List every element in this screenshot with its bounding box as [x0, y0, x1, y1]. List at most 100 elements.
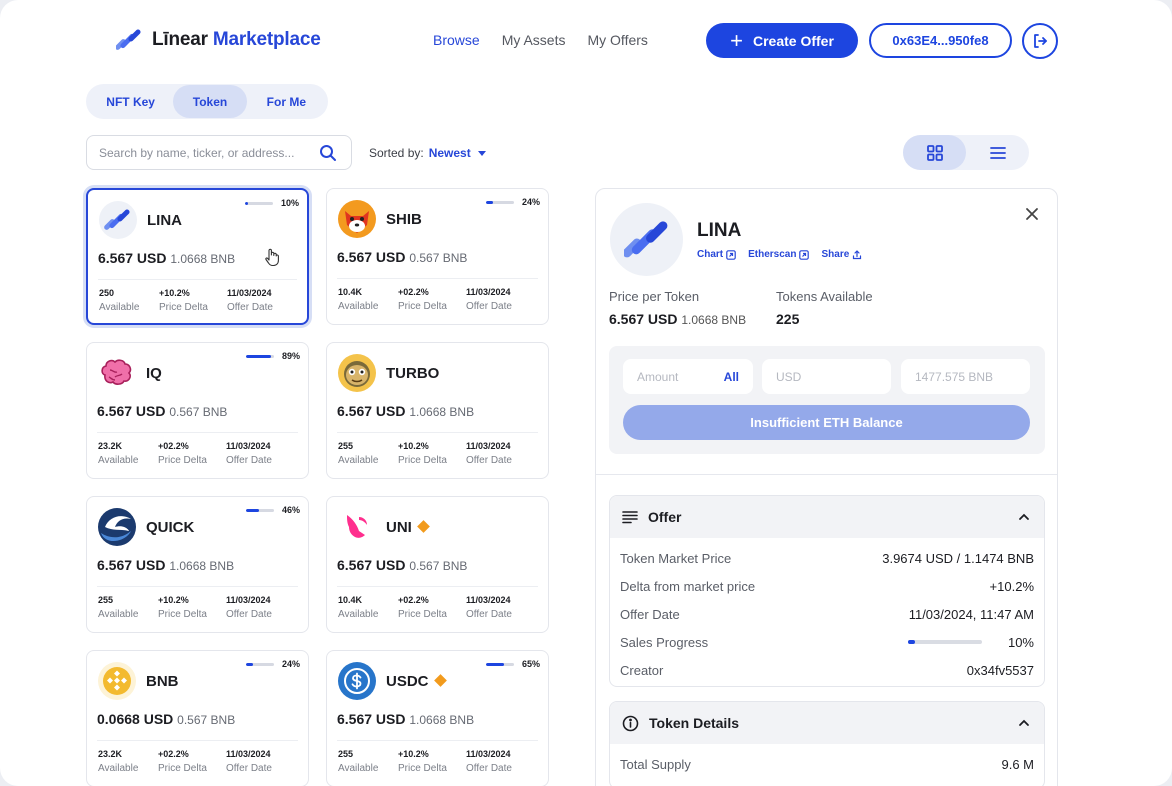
- list-icon: [989, 146, 1006, 159]
- sales-progress: 46%: [245, 505, 300, 515]
- stat-available: 255 Available: [98, 595, 139, 620]
- all-button[interactable]: All: [724, 370, 739, 384]
- grid-view-button[interactable]: [903, 135, 966, 170]
- progress-bar: [245, 508, 274, 512]
- bnb-icon: [98, 662, 136, 700]
- token-price: 6.567 USD 1.0668 BNB: [337, 403, 475, 419]
- token-name: TURBO: [386, 365, 440, 382]
- app-window: Līnear Marketplace Browse My Assets My O…: [0, 0, 1172, 786]
- token-price: 6.567 USD 1.0668 BNB: [98, 250, 236, 266]
- nav-my-offers[interactable]: My Offers: [587, 32, 647, 48]
- close-icon[interactable]: [1025, 207, 1039, 221]
- share-link[interactable]: Share: [821, 249, 862, 260]
- offer-stats: 10.4K Available +02.2% Price Delta 11/03/2…: [338, 285, 512, 314]
- lina-token-avatar: [610, 203, 683, 276]
- stat-offer-date: 11/03/2024 Offer Date: [466, 441, 512, 466]
- price-per-token-value: 6.567 USD 1.0668 BNB: [609, 311, 747, 327]
- token-name: BNB: [146, 673, 179, 690]
- etherscan-link[interactable]: Etherscan: [748, 249, 810, 260]
- offer-row-date: Offer Date 11/03/2024, 11:47 AM: [620, 606, 1034, 622]
- stat-price-delta: +02.2% Price Delta: [158, 749, 207, 774]
- stat-price-delta: +10.2% Price Delta: [398, 441, 447, 466]
- offer-stats: 255 Available +10.2% Price Delta 11/03/202…: [338, 439, 512, 468]
- asset-type-tabs: NFT Key Token For Me: [86, 84, 328, 119]
- tab-nft-key[interactable]: NFT Key: [88, 85, 173, 118]
- stat-price-delta: +10.2% Price Delta: [159, 288, 208, 313]
- share-icon: [853, 249, 862, 259]
- progress-text: 24%: [521, 197, 540, 207]
- token-details-header[interactable]: Token Details: [610, 702, 1044, 744]
- main-nav: Browse My Assets My Offers: [433, 32, 648, 48]
- token-name: USDC: [386, 673, 447, 690]
- offer-card-lina[interactable]: LINA 10% 6.567 USD 1.0668 BNB 250 Availab…: [86, 188, 309, 325]
- search-icon[interactable]: [319, 144, 337, 162]
- logout-button[interactable]: [1022, 23, 1058, 59]
- tokens-available-label: Tokens Available: [776, 289, 873, 304]
- stat-price-delta: +02.2% Price Delta: [158, 441, 207, 466]
- divider: [337, 740, 538, 741]
- stat-offer-date: 11/03/2024 Offer Date: [226, 441, 272, 466]
- search-input[interactable]: [99, 145, 309, 160]
- wallet-address-button[interactable]: 0x63E4...950fe8: [869, 23, 1012, 58]
- token-price: 6.567 USD 0.567 BNB: [97, 403, 228, 419]
- chevron-up-icon: [1019, 719, 1029, 726]
- offer-card-iq[interactable]: IQ 89% 6.567 USD 0.567 BNB 23.2K Availabl…: [86, 342, 309, 479]
- buy-form: Amount All USD 1477.575 BNB Insufficient…: [609, 346, 1045, 454]
- offer-row-market-price: Token Market Price 3.9674 USD / 1.1474 BN…: [620, 550, 1034, 566]
- turbo-icon: [338, 354, 376, 392]
- progress-text: 10%: [280, 198, 299, 208]
- sort-control[interactable]: Sorted by: Newest: [369, 146, 486, 160]
- nav-my-assets[interactable]: My Assets: [502, 32, 566, 48]
- token-row-total-supply: Total Supply 9.6 M: [620, 756, 1034, 772]
- stat-available: 255 Available: [338, 749, 379, 774]
- tab-token[interactable]: Token: [173, 85, 247, 118]
- stat-price-delta: +10.2% Price Delta: [398, 749, 447, 774]
- progress-bar: [244, 201, 273, 205]
- offer-rows: Token Market Price 3.9674 USD / 1.1474 BN…: [610, 538, 1044, 686]
- tab-for-me[interactable]: For Me: [247, 85, 326, 118]
- offer-card-shib[interactable]: SHIB 24% 6.567 USD 0.567 BNB 10.4K Availa…: [326, 188, 549, 325]
- usd-field[interactable]: USD: [762, 359, 891, 394]
- stat-available: 250 Available: [99, 288, 140, 313]
- offer-section-header[interactable]: Offer: [610, 496, 1044, 538]
- external-link-icon: [726, 249, 736, 260]
- tokens-available-value: 225: [776, 311, 800, 327]
- offer-card-bnb[interactable]: BNB 24% 0.0668 USD 0.567 BNB 23.2K Availa…: [86, 650, 309, 786]
- offer-card-turbo[interactable]: TURBO 6.567 USD 1.0668 BNB 255 Available …: [326, 342, 549, 479]
- sales-progress: 65%: [485, 659, 540, 669]
- offer-card-usdc[interactable]: USDC 65% 6.567 USD 1.0668 BNB 255 Availab…: [326, 650, 549, 786]
- offer-card-quick[interactable]: QUICK 46% 6.567 USD 1.0668 BNB 255 Availa…: [86, 496, 309, 633]
- offer-row-creator: Creator 0x34fv5537: [620, 662, 1034, 678]
- stat-offer-date: 11/03/2024 Offer Date: [226, 595, 272, 620]
- chart-link[interactable]: Chart: [697, 249, 736, 260]
- nav-browse[interactable]: Browse: [433, 32, 480, 48]
- bnb-field[interactable]: 1477.575 BNB: [901, 359, 1030, 394]
- warning-icon: [416, 520, 430, 533]
- token-details-title: Token Details: [649, 715, 739, 731]
- offer-stats: 255 Available +10.2% Price Delta 11/03/202…: [98, 593, 272, 622]
- insufficient-balance-button[interactable]: Insufficient ETH Balance: [623, 405, 1030, 440]
- iq-brain-icon: [101, 359, 132, 385]
- list-view-button[interactable]: [966, 135, 1029, 170]
- amount-field[interactable]: Amount All: [623, 359, 753, 394]
- sort-label: Sorted by:: [369, 146, 424, 160]
- create-offer-label: Create Offer: [752, 32, 834, 49]
- app-logo[interactable]: Līnear Marketplace: [116, 27, 321, 53]
- offer-card-uni[interactable]: UNI 6.567 USD 0.567 BNB 10.4K Available +…: [326, 496, 549, 633]
- sales-progress: 24%: [245, 659, 300, 669]
- divider: [97, 432, 298, 433]
- stat-price-delta: +02.2% Price Delta: [398, 595, 447, 620]
- shib-icon: [338, 200, 376, 238]
- sort-value[interactable]: Newest: [429, 146, 471, 160]
- view-toggle: [903, 135, 1029, 170]
- progress-text: 46%: [281, 505, 300, 515]
- usdc-icon: [338, 662, 376, 700]
- create-offer-button[interactable]: + Create Offer: [706, 23, 858, 58]
- sales-progress-bar: [907, 640, 982, 644]
- stat-price-delta: +02.2% Price Delta: [398, 287, 447, 312]
- token-price: 0.0668 USD 0.567 BNB: [97, 711, 236, 727]
- warning-icon: [433, 674, 447, 687]
- search-box: [86, 135, 352, 170]
- stat-available: 23.2K Available: [98, 441, 139, 466]
- offer-stats: 10.4K Available +02.2% Price Delta 11/03/2…: [338, 593, 512, 622]
